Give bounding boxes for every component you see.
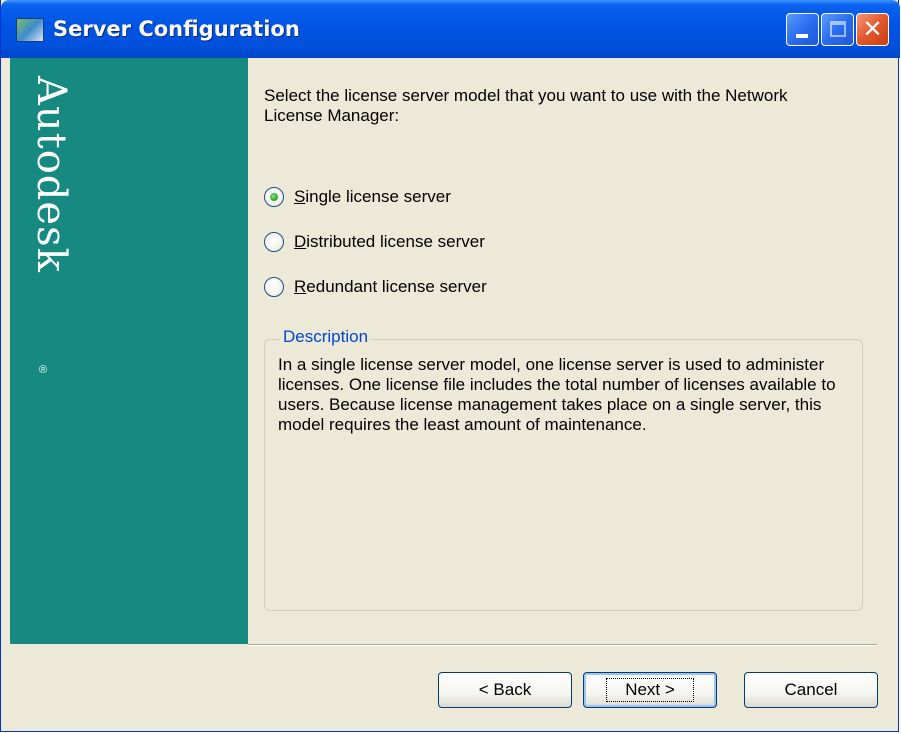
footer-divider	[248, 644, 877, 646]
radio-button[interactable]	[264, 232, 284, 252]
server-configuration-dialog: Server Configuration ✕ Autodesk ® Select…	[0, 0, 900, 732]
radio-label[interactable]: Single license server	[294, 187, 451, 207]
title-bar[interactable]: Server Configuration ✕	[1, 0, 900, 58]
description-text: In a single license server model, one li…	[278, 355, 836, 434]
minimize-button[interactable]	[786, 13, 819, 46]
radio-label[interactable]: Redundant license server	[294, 277, 487, 297]
close-button[interactable]: ✕	[856, 13, 889, 46]
radio-button[interactable]	[264, 277, 284, 297]
close-icon: ✕	[862, 15, 883, 43]
next-button[interactable]: Next >	[583, 672, 717, 708]
maximize-icon	[830, 21, 846, 37]
radio-label[interactable]: Distributed license server	[294, 232, 485, 252]
radio-distributed-license-server[interactable]: Distributed license server	[264, 231, 485, 253]
app-icon	[16, 18, 44, 42]
registered-mark: ®	[39, 364, 48, 376]
back-button[interactable]: < Back	[438, 672, 572, 708]
minimize-icon	[796, 34, 808, 38]
next-button-label: Next >	[606, 678, 694, 702]
brand-logo: Autodesk	[28, 76, 74, 273]
radio-single-license-server[interactable]: Single license server	[264, 186, 451, 208]
radio-button-checked[interactable]	[264, 187, 284, 207]
instruction-text: Select the license server model that you…	[264, 86, 788, 125]
description-title: Description	[280, 327, 372, 347]
radio-redundant-license-server[interactable]: Redundant license server	[264, 276, 487, 298]
window-title: Server Configuration	[53, 17, 300, 41]
maximize-button[interactable]	[821, 13, 854, 46]
brand-sidebar: Autodesk ®	[10, 58, 248, 644]
cancel-button[interactable]: Cancel	[744, 672, 878, 708]
